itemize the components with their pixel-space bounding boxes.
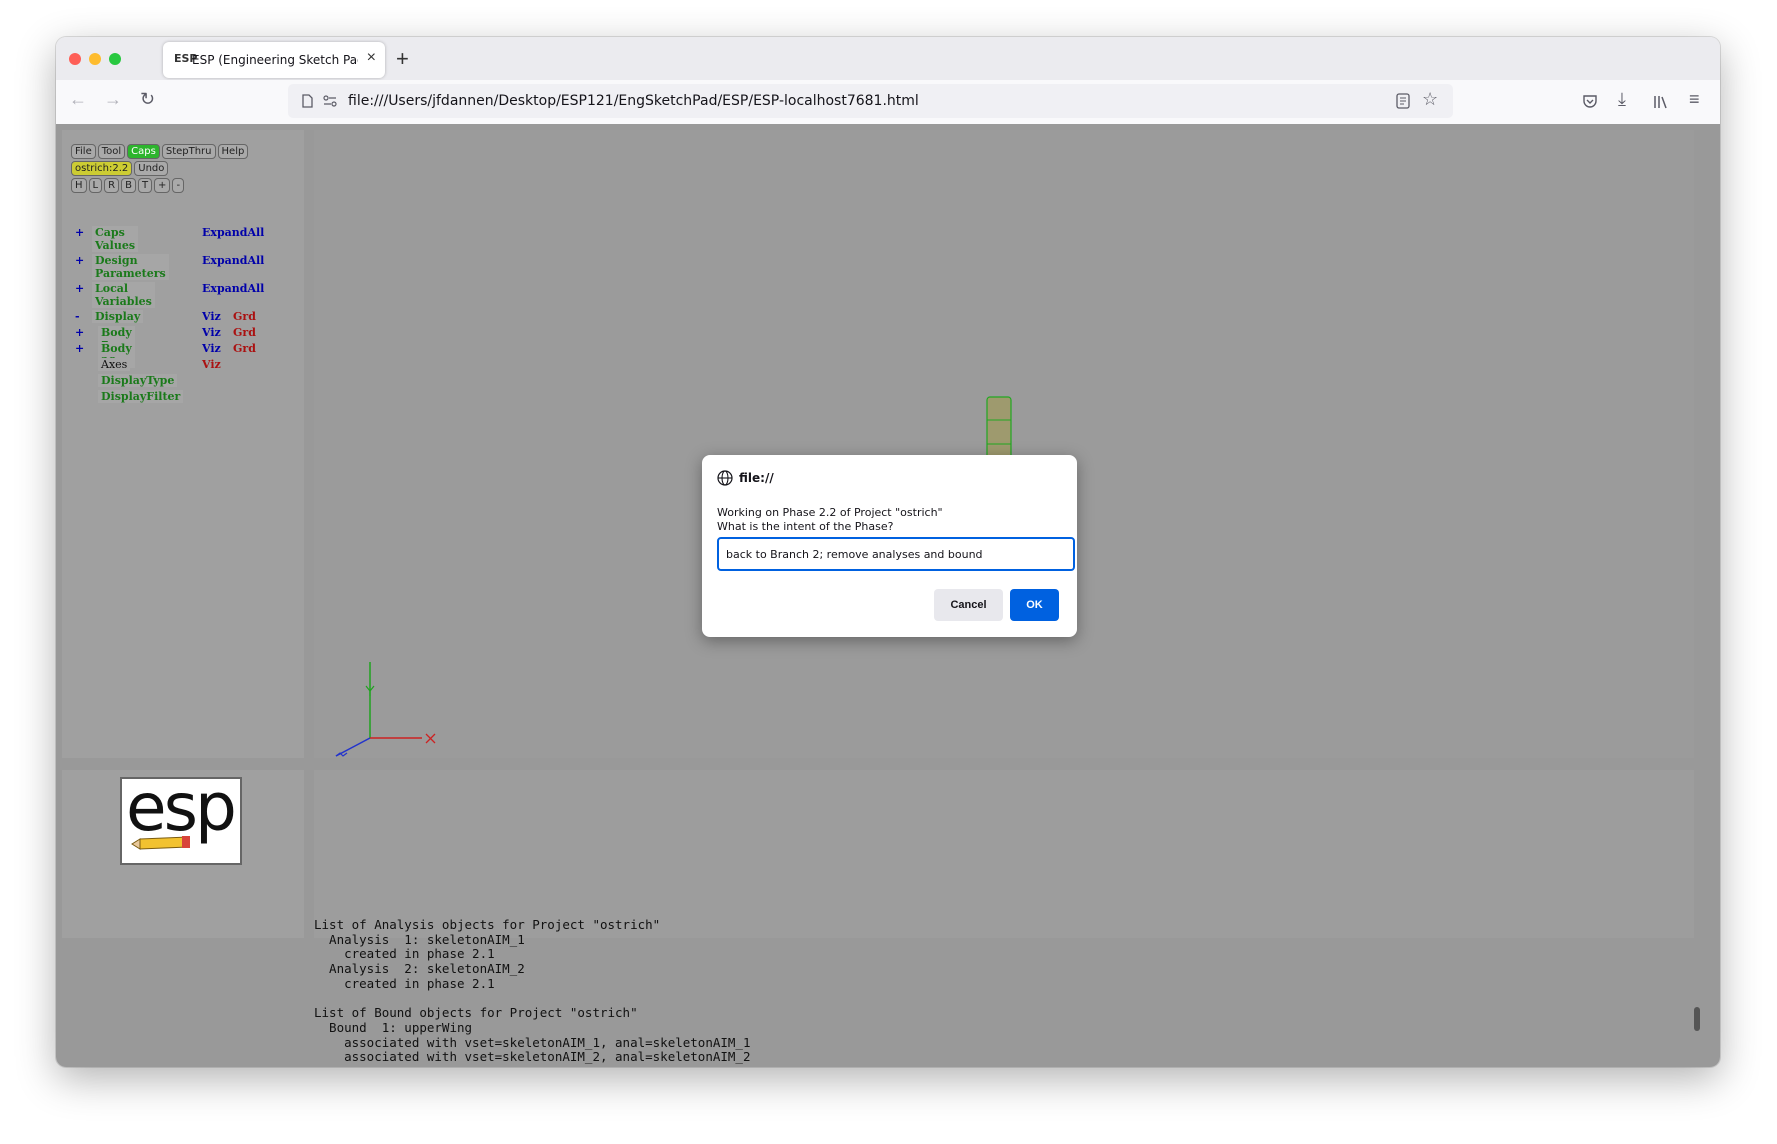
local-variables-label[interactable]: Local Variables (92, 282, 155, 308)
bottom-view-button[interactable]: B (121, 178, 136, 193)
zoom-out-button[interactable]: - (172, 178, 185, 193)
display-label[interactable]: Display (92, 310, 144, 323)
caps-button[interactable]: Caps (127, 144, 160, 159)
zoom-in-button[interactable]: + (154, 178, 171, 193)
permissions-icon[interactable] (323, 95, 337, 107)
caps-values-label[interactable]: Caps Values (92, 226, 139, 252)
app-menu-icon[interactable]: ≡ (1689, 89, 1700, 110)
ok-button[interactable]: OK (1010, 589, 1059, 621)
body7-viz-toggle[interactable]: Viz (202, 326, 221, 339)
cancel-button[interactable]: Cancel (934, 589, 1003, 621)
zoom-window-button[interactable] (109, 53, 121, 65)
axes-triad-icon (335, 662, 436, 757)
expand-design-parameters[interactable]: + (75, 254, 84, 267)
caps-values-expandall[interactable]: ExpandAll (202, 226, 264, 239)
body7-grd-toggle[interactable]: Grd (233, 326, 256, 339)
forward-icon[interactable]: → (104, 89, 122, 110)
reader-view-icon[interactable] (1396, 93, 1410, 109)
display-viz-toggle[interactable]: Viz (202, 310, 221, 323)
close-window-button[interactable] (69, 53, 81, 65)
reload-icon[interactable]: ↻ (140, 89, 155, 110)
local-variables-expandall[interactable]: ExpandAll (202, 282, 264, 295)
expand-local-variables[interactable]: + (75, 282, 84, 295)
collapse-display[interactable]: - (75, 310, 80, 323)
messages-text: List of Analysis objects for Project "os… (314, 917, 751, 1065)
design-parameters-expandall[interactable]: ExpandAll (202, 254, 264, 267)
expand-caps-values[interactable]: + (75, 226, 84, 239)
file-button[interactable]: File (71, 144, 96, 159)
home-view-button[interactable]: H (71, 178, 87, 193)
left-view-button[interactable]: L (88, 178, 103, 193)
navigation-bar: ← → ↻ file:///Users/jfdannen/Desktop/ESP… (56, 80, 1720, 124)
display-type-label[interactable]: DisplayType (98, 374, 178, 387)
tab-title: ESP (Engineering Sketch Pad, V (192, 53, 358, 67)
library-icon[interactable] (1653, 94, 1669, 110)
tool-button[interactable]: Tool (97, 144, 126, 159)
dialog-title: file:// (739, 471, 774, 485)
phase-intent-input[interactable] (717, 537, 1075, 571)
close-tab-icon[interactable]: × (367, 49, 376, 67)
messages-window (314, 770, 1694, 938)
body28-viz-toggle[interactable]: Viz (202, 342, 221, 355)
messages-scrollbar[interactable] (1694, 1007, 1700, 1031)
body28-grd-toggle[interactable]: Grd (233, 342, 256, 355)
graphics-window[interactable] (314, 130, 1694, 758)
main-menu-row: File Tool Caps StepThru Help (71, 144, 250, 159)
project-row: ostrich:2.2 Undo (71, 161, 170, 176)
url-text: file:///Users/jfdannen/Desktop/ESP121/En… (348, 93, 919, 109)
view-buttons-row: H L R B T + - (71, 178, 186, 193)
pencil-icon (131, 836, 190, 850)
display-filter-label[interactable]: DisplayFilter (98, 390, 184, 403)
minimize-window-button[interactable] (89, 53, 101, 65)
help-button[interactable]: Help (217, 144, 249, 159)
right-view-button[interactable]: R (104, 178, 120, 193)
page-icon (302, 94, 313, 108)
expand-body28[interactable]: + (75, 342, 84, 355)
axes-label: Axes (98, 358, 131, 371)
left-panel: File Tool Caps StepThru Help ostrich:2.2 Undo… (62, 130, 304, 758)
prompt-dialog: file:// Working on Phase 2.2 of Project … (702, 455, 1077, 637)
graphics-canvas[interactable] (314, 130, 1694, 758)
new-tab-icon[interactable]: + (396, 46, 409, 72)
url-bar[interactable]: file:///Users/jfdannen/Desktop/ESP121/En… (288, 84, 1453, 118)
back-icon[interactable]: ← (69, 89, 87, 110)
globe-icon (717, 470, 733, 486)
downloads-icon[interactable]: ⤓ (1618, 89, 1626, 110)
logo-panel: esp (62, 769, 304, 938)
pocket-icon[interactable] (1582, 94, 1598, 110)
undo-button[interactable]: Undo (134, 161, 169, 176)
title-bar: ESP ESP (Engineering Sketch Pad, V × + (56, 37, 1720, 80)
design-parameters-label[interactable]: Design Parameters (92, 254, 169, 280)
expand-body7[interactable]: + (75, 326, 84, 339)
browser-window: ESP ESP (Engineering Sketch Pad, V × + ←… (56, 37, 1720, 1067)
esp-logo: esp (120, 769, 242, 865)
dialog-message-line2: What is the intent of the Phase? (717, 520, 894, 533)
axes-viz-toggle[interactable]: Viz (202, 358, 221, 371)
dialog-message-line1: Working on Phase 2.2 of Project "ostrich… (717, 506, 943, 519)
browser-tab[interactable]: ESP ESP (Engineering Sketch Pad, V × (163, 42, 385, 78)
project-phase-button[interactable]: ostrich:2.2 (71, 161, 133, 176)
stepthru-button[interactable]: StepThru (161, 144, 216, 159)
top-view-button[interactable]: T (137, 178, 153, 193)
bookmark-star-icon[interactable]: ☆ (1422, 89, 1438, 110)
display-grd-toggle[interactable]: Grd (233, 310, 256, 323)
